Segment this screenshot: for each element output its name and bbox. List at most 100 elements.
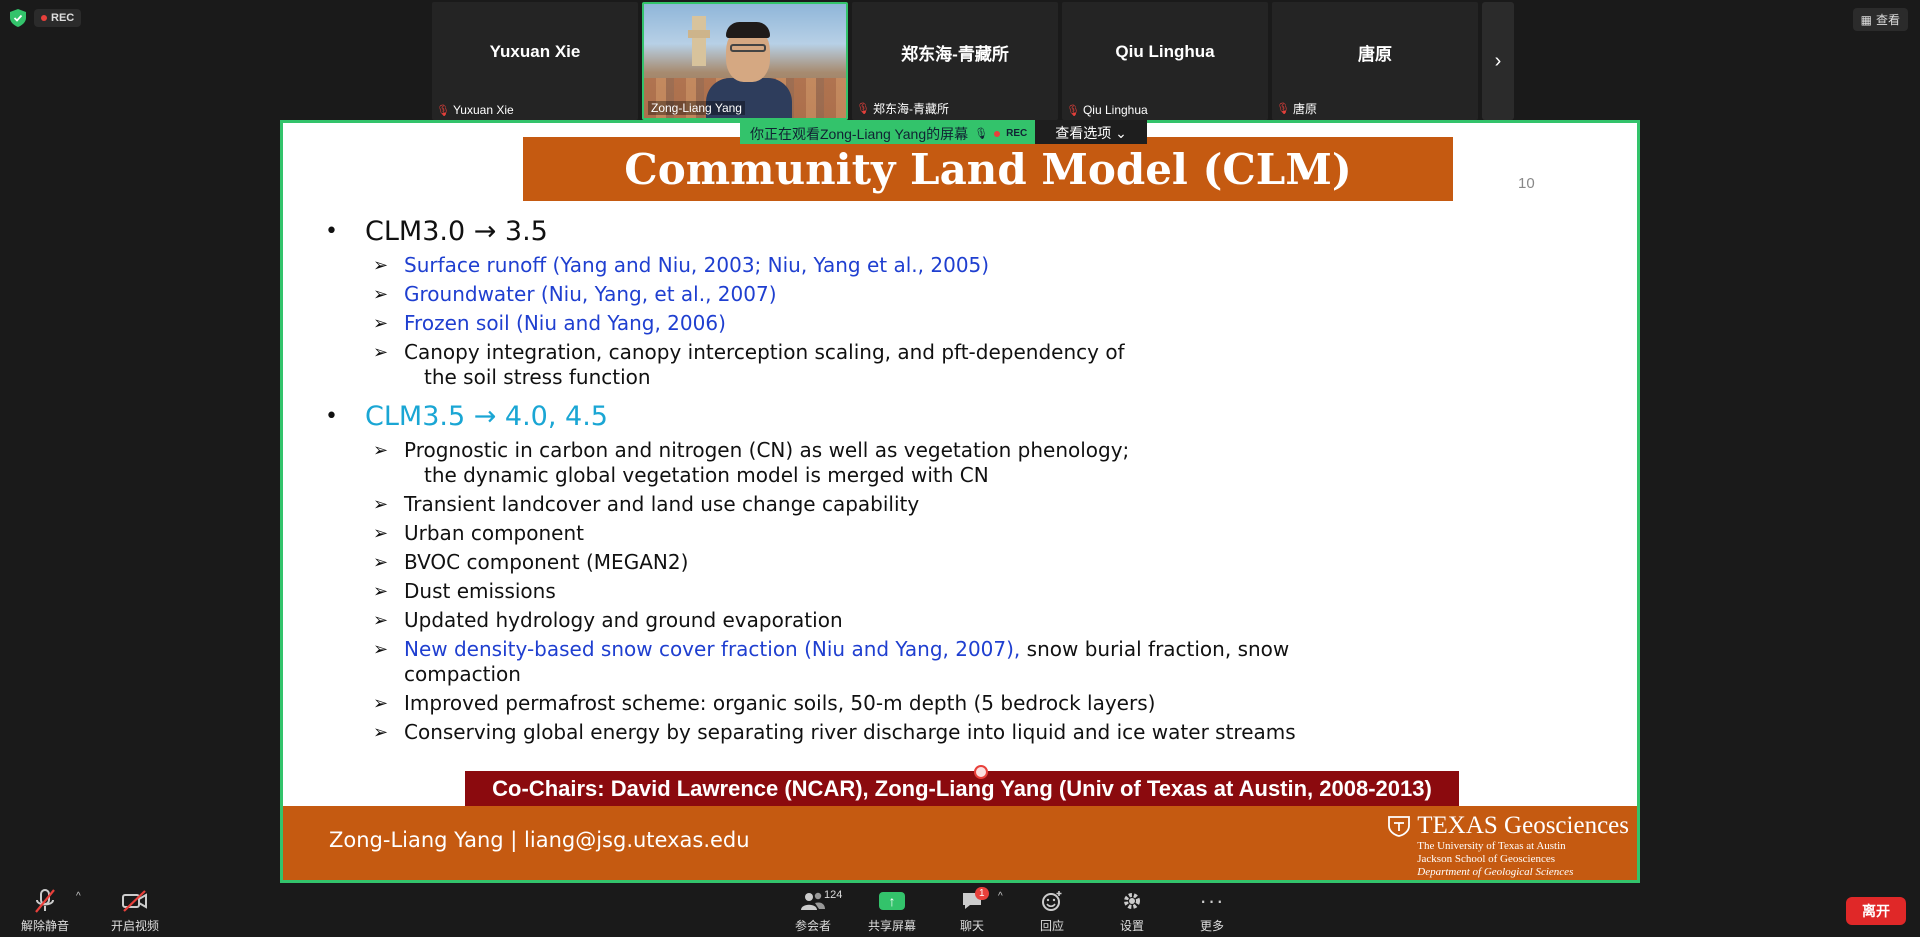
next-page-button[interactable]: › [1482,2,1514,120]
participants-count: 124 [824,889,843,901]
slide-footer: Zong-Liang Yang | liang@jsg.utexas.edu T… [283,806,1637,880]
smiley-icon [1042,891,1062,911]
video-off-icon [122,890,147,912]
arrowhead-bullet-icon: ➢ [373,313,389,334]
participant-tile[interactable]: Qiu Linghua 🎙 Qiu Linghua [1062,2,1268,120]
cochairs-banner: Co-Chairs: David Lawrence (NCAR), Zong-L… [465,771,1459,807]
participants-icon [801,892,825,910]
mic-muted-icon: 🎙 [1066,104,1080,117]
participant-tile[interactable]: Yuxuan Xie 🎙 Yuxuan Xie [432,2,638,120]
grid-view-icon: ▦ [1860,12,1872,27]
chat-options-caret-icon[interactable]: ^ [998,891,1003,902]
mic-muted-icon: 🎙 [974,128,989,140]
arrowhead-bullet-icon: ➢ [373,342,389,363]
settings-button[interactable]: 设置 [1097,887,1167,934]
arrowhead-bullet-icon: ➢ [373,639,389,660]
start-video-button[interactable]: 开启视频 [100,887,170,934]
participant-tile[interactable]: 唐原 🎙 唐原 [1272,2,1478,120]
participant-label-text: Zong-Liang Yang [651,101,742,115]
slide-page-number: 10 [1518,175,1535,192]
mic-muted-icon [35,889,55,913]
list-item-text: Improved permafrost scheme: organic soil… [404,691,1156,715]
unmute-button[interactable]: 解除静音 [10,887,80,934]
participant-label: 🎙 郑东海-青藏所 [856,100,949,117]
settings-label: 设置 [1119,919,1144,933]
share-screen-button[interactable]: ↑ 共享屏幕 [857,887,927,934]
section-heading: • CLM3.0 → 3.5 [325,213,1585,249]
participant-label-text: Qiu Linghua [1082,103,1148,117]
speaker-glasses-image [730,44,766,52]
slide-content: • CLM3.0 → 3.5 ➢ Surface runoff (Yang an… [325,205,1585,745]
mic-muted-icon: 🎙 [436,104,450,117]
list-item-continuation: compaction [404,662,521,686]
recording-label: REC [51,12,75,24]
list-item-text: BVOC component (MEGAN2) [404,550,689,574]
section-heading: • CLM3.5 → 4.0, 4.5 [325,398,1585,434]
brand-row: TEXAS Geosciences [1387,812,1629,840]
pointer-cursor-icon [974,765,988,779]
list-item: ➢ Prognostic in carbon and nitrogen (CN)… [373,438,1585,488]
list-item: ➢ Updated hydrology and ground evaporati… [373,608,1585,633]
view-button-label: 查看 [1875,13,1900,27]
list-item-line: Prognostic in carbon and nitrogen (CN) a… [404,438,1130,462]
list-item-highlight: New density-based snow cover fraction (N… [404,637,1021,661]
recording-indicator[interactable]: REC [34,9,82,27]
share-screen-icon: ↑ [879,892,905,910]
list-item-line: snow burial fraction, snow [1020,637,1290,661]
speaker-hair-image [726,22,770,38]
list-item: ➢ Dust emissions [373,579,1585,604]
chat-button[interactable]: 1 聊天 [937,887,1007,934]
texas-geosciences-logo: TEXAS Geosciences The University of Texa… [1387,812,1629,879]
participant-name: 唐原 [1358,44,1392,64]
reactions-label: 回应 [1039,919,1064,933]
participant-label-text: Yuxuan Xie [452,103,514,117]
participant-strip: Yuxuan Xie 🎙 Yuxuan Xie Zong-Liang Yang … [432,2,1514,120]
arrowhead-bullet-icon: ➢ [373,693,389,714]
arrowhead-bullet-icon: ➢ [373,494,389,515]
view-button[interactable]: ▦ 查看 [1852,8,1908,31]
mic-muted-icon: 🎙 [856,103,870,115]
participant-name: Qiu Linghua [1115,42,1215,61]
section-heading-text: CLM3.0 → 3.5 [365,215,548,247]
list-item-text: Canopy integration, canopy interception … [404,340,1585,390]
share-slot: ↑ [857,887,927,915]
list-item: ➢ Frozen soil (Niu and Yang, 2006) [373,311,1585,336]
more-label: 更多 [1199,919,1224,933]
list-item-text: Surface runoff (Yang and Niu, 2003; Niu,… [404,253,990,277]
participant-label: 🎙 Qiu Linghua [1066,103,1148,117]
list-item: ➢ BVOC component (MEGAN2) [373,550,1585,575]
list-item-text: Transient landcover and land use change … [404,492,920,516]
arrowhead-bullet-icon: ➢ [373,255,389,276]
active-speaker-video-tile[interactable]: Zong-Liang Yang [642,2,848,120]
more-button[interactable]: ··· 更多 [1177,887,1247,934]
participant-tile[interactable]: 郑东海-青藏所 🎙 郑东海-青藏所 [852,2,1058,120]
chat-slot: 1 [937,887,1007,915]
participant-label-text: 唐原 [1292,102,1317,116]
participants-slot: 124 [778,887,848,915]
brand-line: The University of Texas at Austin [1417,840,1566,852]
list-item: ➢ Canopy integration, canopy interceptio… [373,340,1585,390]
list-item-continuation: the dynamic global vegetation model is m… [424,463,989,487]
list-item: ➢ New density-based snow cover fraction … [373,637,1585,687]
record-dot-icon [994,130,1001,137]
mic-slot [10,887,80,915]
brand-line: Department of Geological Sciences [1417,866,1574,878]
arrowhead-bullet-icon: ➢ [373,284,389,305]
meeting-status: REC [10,9,82,27]
shared-screen[interactable]: Community Land Model (CLM) 10 • CLM3.0 →… [280,120,1640,883]
participants-button[interactable]: 124 参会者 [778,887,848,934]
viewing-share-text: 你正在观看Zong-Liang Yang的屏幕 [750,125,969,142]
reactions-button[interactable]: 回应 [1017,887,1087,934]
share-screen-label: 共享屏幕 [867,919,916,933]
list-item-continuation: the soil stress function [424,365,651,389]
audio-options-caret-icon[interactable]: ^ [76,891,81,902]
leave-meeting-button[interactable]: 离开 [1846,897,1906,925]
chat-unread-badge: 1 [975,887,989,900]
gear-icon [1124,893,1140,909]
view-options-button[interactable]: 查看选项 ⌄ [1035,120,1147,144]
arrowhead-bullet-icon: ➢ [373,610,389,631]
meeting-toolbar: 解除静音 ^ 开启视频 124 参会者 ↑ 共享屏幕 1 聊天 ^ 回应 设置 … [0,883,1920,937]
security-shield-icon[interactable] [10,9,26,27]
participants-label: 参会者 [794,919,831,933]
list-item-text: Conserving global energy by separating r… [404,720,1296,744]
